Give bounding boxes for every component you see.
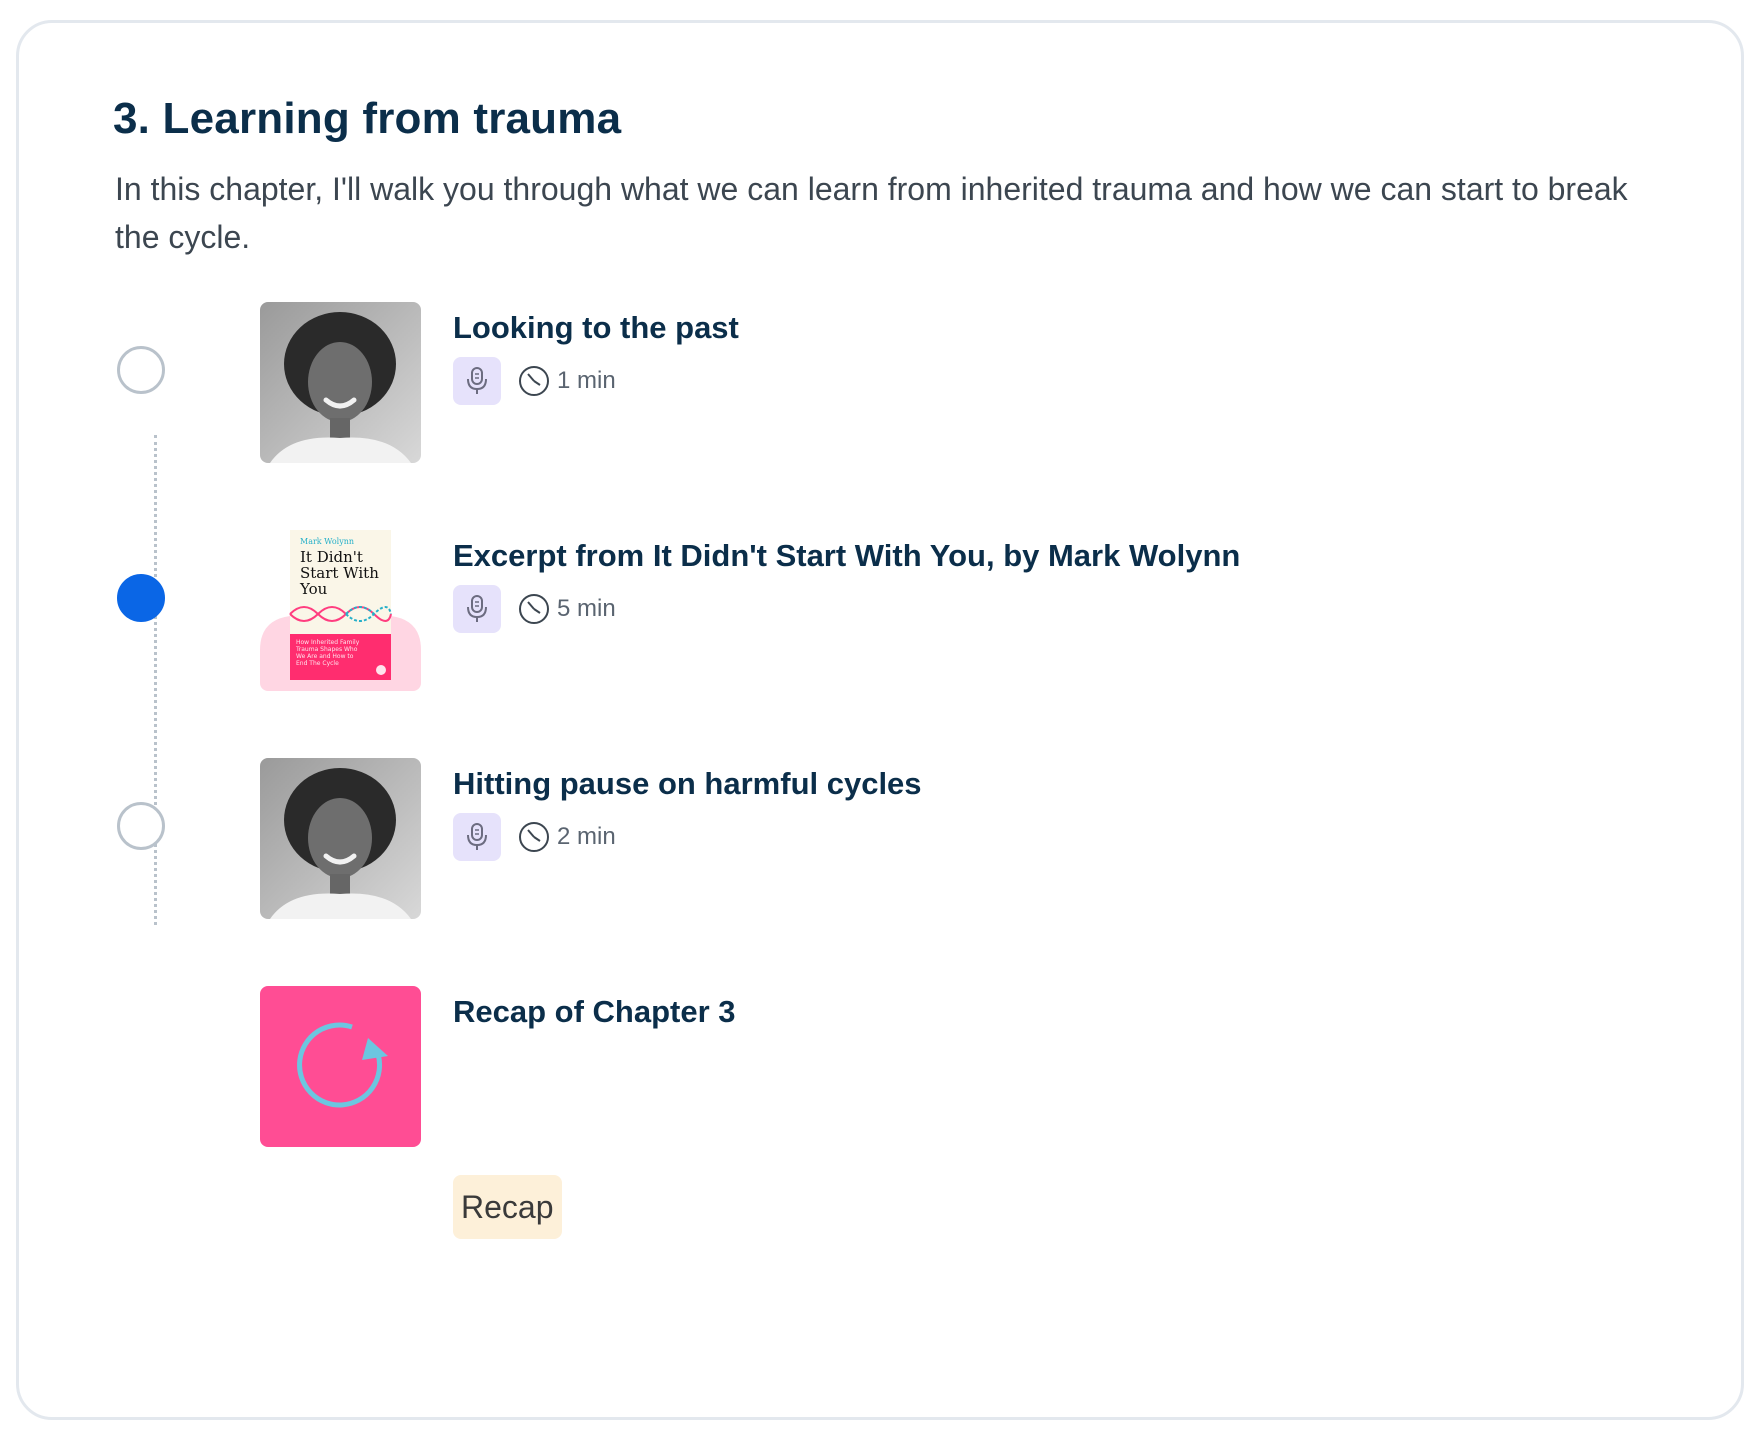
microphone-icon [453,357,501,405]
item-title[interactable]: Recap of Chapter 3 [453,994,736,1030]
book-subtitle-line-2: Trauma Shapes Who [295,646,358,653]
recap-tag: Recap [453,1175,562,1239]
refresh-icon [297,1022,388,1108]
item-meta: 5 min [453,585,616,633]
clock-icon [519,366,549,396]
portrait-thumbnail[interactable] [260,302,421,463]
book-subtitle-line-1: How Inherited Family [296,639,360,646]
clock-icon [519,822,549,852]
item-title[interactable]: Looking to the past [453,310,739,346]
microphone-icon [453,585,501,633]
clock-icon [519,594,549,624]
timeline-connector [154,435,157,925]
item-title[interactable]: Excerpt from It Didn't Start With You, b… [453,538,1240,574]
timeline-dot-3 [117,802,165,850]
chapter-title: 3. Learning from trauma [113,94,622,143]
timeline-dot-2-current [117,574,165,622]
chapter-description: In this chapter, I'll walk you through w… [115,171,1628,255]
book-subtitle-line-3: We Are and How to [296,653,354,660]
item-title[interactable]: Hitting pause on harmful cycles [453,766,922,802]
book-title-line-3: You [299,580,328,598]
book-subtitle-line-4: End The Cycle [296,660,339,667]
item-meta: 1 min [453,357,616,405]
item-meta: 2 min [453,813,616,861]
duration-label: 5 min [557,595,616,622]
duration-label: 1 min [557,367,616,394]
book-cover-thumbnail[interactable]: Mark Wolynn It Didn't Start With You How… [260,530,421,691]
recap-thumbnail[interactable] [260,986,421,1147]
book-author: Mark Wolynn [300,537,354,546]
timeline-dot-1 [117,346,165,394]
microphone-icon [453,813,501,861]
duration-label: 2 min [557,823,616,850]
portrait-thumbnail[interactable] [260,758,421,919]
